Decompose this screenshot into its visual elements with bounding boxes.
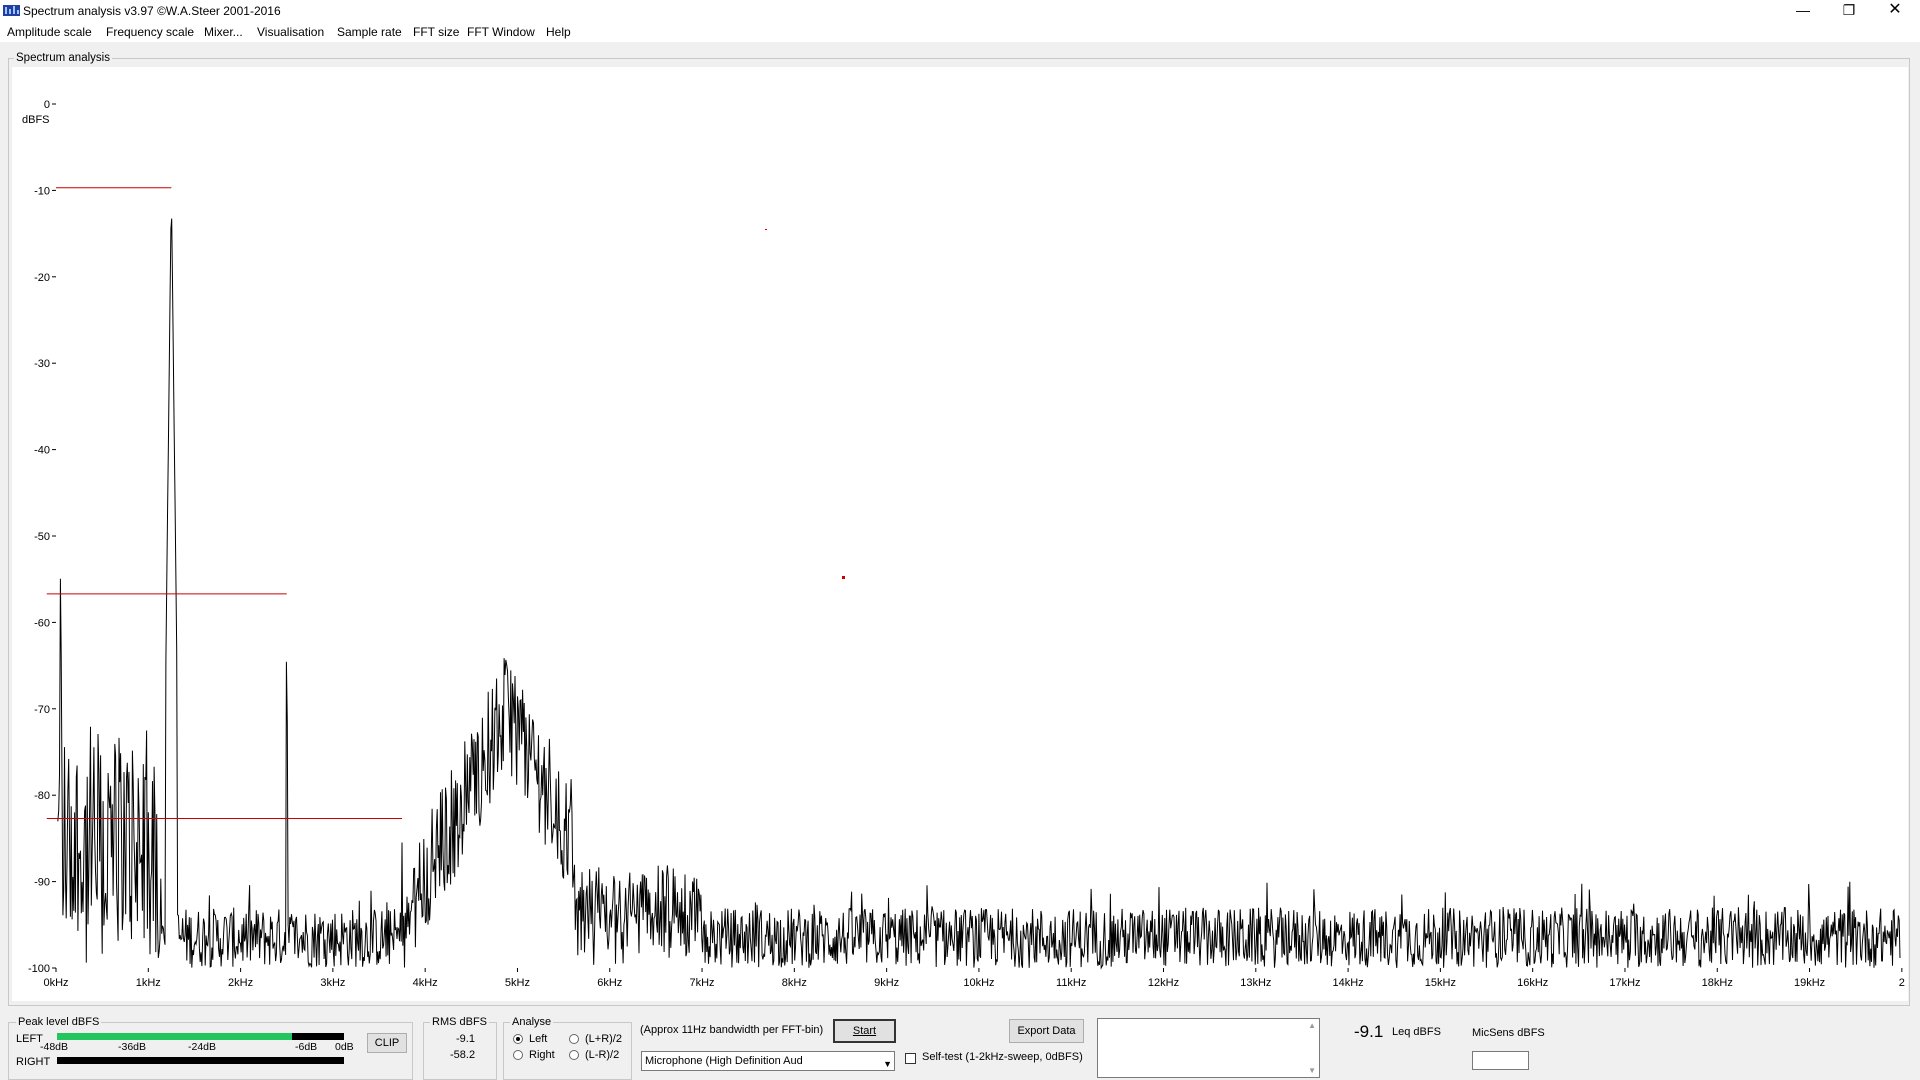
device-select-value: Microphone (High Definition Aud	[645, 1055, 803, 1067]
x-tick-label: 14kHz	[1332, 977, 1363, 989]
x-tick-label: 16kHz	[1517, 977, 1548, 989]
x-tick-label: 18kHz	[1702, 977, 1733, 989]
radio-right-label: Right	[529, 1049, 555, 1061]
output-text-area[interactable]: ▲ ▼	[1097, 1018, 1320, 1078]
x-tick-label: 8kHz	[782, 977, 807, 989]
y-tick-label: -10	[34, 185, 50, 197]
x-tick-label: 11kHz	[1056, 977, 1086, 989]
x-tick-label: 12kHz	[1148, 977, 1179, 989]
radio-left[interactable]	[513, 1034, 523, 1044]
scale-0db: 0dB	[335, 1041, 354, 1053]
x-tick-label: 0kHz	[43, 977, 68, 989]
y-tick-label: -80	[34, 790, 50, 802]
window-title: Spectrum analysis v3.97 ©W.A.Steer 2001-…	[23, 4, 281, 18]
y-tick-label: -30	[34, 358, 50, 370]
y-tick-label: -100	[28, 963, 50, 975]
menu-mixer[interactable]: Mixer...	[204, 25, 243, 39]
y-tick-label: -60	[34, 617, 50, 629]
close-button[interactable]: ✕	[1872, 0, 1918, 22]
radio-sum-label: (L+R)/2	[585, 1033, 622, 1045]
x-tick-label: 10kHz	[963, 977, 994, 989]
scale-36db: -36dB	[118, 1041, 147, 1053]
device-select[interactable]: Microphone (High Definition Aud ▼	[641, 1051, 895, 1071]
radio-left-label: Left	[529, 1033, 548, 1045]
scale-48db: -48dB	[40, 1041, 69, 1053]
self-test-checkbox[interactable]	[905, 1053, 916, 1064]
x-tick-label: 3kHz	[320, 977, 345, 989]
menu-help[interactable]: Help	[546, 25, 571, 39]
y-axis-label: dBFS	[22, 114, 50, 126]
x-tick-label: 19kHz	[1794, 977, 1825, 989]
start-button[interactable]: Start	[833, 1019, 896, 1043]
restore-button[interactable]: ❐	[1826, 0, 1872, 22]
menu-bar: Amplitude scale Frequency scale Mixer...…	[0, 22, 1920, 42]
spectrum-series-line	[57, 218, 1901, 970]
spectrum-plot: 0 -10 -20 -30 -40 -50 -60 -70 -80 -90 -100 dBFS 0kHz…	[12, 67, 1908, 1001]
radio-right[interactable]	[513, 1050, 523, 1060]
mic-sens-input[interactable]	[1472, 1051, 1529, 1070]
x-tick-label: 5kHz	[505, 977, 530, 989]
menu-fft-size[interactable]: FFT size	[413, 25, 459, 39]
spectrum-chart: 0 -10 -20 -30 -40 -50 -60 -70 -80 -90 -100 dBFS 0kHz…	[22, 99, 1905, 989]
x-tick-label: 2	[1899, 977, 1905, 989]
y-tick-label: -20	[34, 272, 50, 284]
spectrum-panel-label: Spectrum analysis	[14, 52, 112, 64]
y-tick-label: -40	[34, 445, 50, 457]
radio-sum[interactable]	[569, 1034, 579, 1044]
title-bar: Spectrum analysis v3.97 ©W.A.Steer 2001-…	[0, 0, 1920, 22]
peak-cursor-dot	[842, 576, 845, 579]
y-tick-label: -50	[34, 531, 50, 543]
scroll-up-icon[interactable]: ▲	[1308, 1021, 1316, 1030]
left-channel-label: LEFT	[16, 1033, 43, 1045]
x-tick-label: 2kHz	[228, 977, 253, 989]
y-tick-label: -70	[34, 704, 50, 716]
x-tick-label: 1kHz	[136, 977, 161, 989]
leq-value: -9.1	[1354, 1022, 1384, 1041]
rms-left-value: -9.1	[456, 1033, 475, 1045]
right-meter-track	[57, 1057, 344, 1064]
app-icon	[3, 5, 20, 16]
radio-difference-label: (L-R)/2	[585, 1049, 620, 1061]
menu-frequency-scale[interactable]: Frequency scale	[106, 25, 194, 39]
x-tick-label: 17kHz	[1609, 977, 1640, 989]
fft-bandwidth-note: (Approx 11Hz bandwidth per FFT-bin)	[640, 1024, 824, 1036]
chevron-down-icon: ▼	[883, 1059, 892, 1069]
control-panel: Peak level dBFS LEFT RIGHT -48dB -36dB -…	[0, 1008, 1920, 1080]
minimize-button[interactable]: —	[1780, 0, 1826, 22]
scroll-down-icon[interactable]: ▼	[1308, 1066, 1316, 1075]
right-channel-label: RIGHT	[16, 1056, 51, 1068]
x-tick-label: 7kHz	[690, 977, 715, 989]
left-meter-fill	[57, 1033, 293, 1040]
self-test-label: Self-test (1-2kHz-sweep, 0dBFS)	[922, 1051, 1083, 1063]
menu-fft-window[interactable]: FFT Window	[467, 25, 535, 39]
x-tick-label: 15kHz	[1425, 977, 1456, 989]
leq-label: Leq dBFS	[1392, 1026, 1441, 1038]
scale-24db: -24dB	[188, 1041, 217, 1053]
x-tick-label: 6kHz	[597, 977, 622, 989]
rms-label: RMS dBFS	[430, 1016, 490, 1028]
export-data-button[interactable]: Export Data	[1009, 1019, 1084, 1043]
analyse-label: Analyse	[510, 1016, 554, 1028]
start-button-label: Start	[852, 1025, 877, 1037]
y-tick-label: -90	[34, 877, 50, 889]
scale-6db: -6dB	[295, 1041, 318, 1053]
menu-sample-rate[interactable]: Sample rate	[337, 25, 402, 39]
y-tick-label: 0	[44, 99, 50, 111]
radio-difference[interactable]	[569, 1050, 579, 1060]
rms-right-value: -58.2	[450, 1049, 476, 1061]
x-tick-label: 9kHz	[874, 977, 899, 989]
peak-level-label: Peak level dBFS	[16, 1016, 102, 1028]
peak-cursor-dot	[765, 229, 767, 230]
menu-amplitude-scale[interactable]: Amplitude scale	[7, 25, 92, 39]
menu-visualisation[interactable]: Visualisation	[257, 25, 324, 39]
mic-sens-label: MicSens dBFS	[1472, 1027, 1545, 1039]
x-tick-label: 4kHz	[413, 977, 438, 989]
clip-indicator[interactable]: CLIP	[367, 1033, 407, 1053]
x-tick-label: 13kHz	[1240, 977, 1271, 989]
